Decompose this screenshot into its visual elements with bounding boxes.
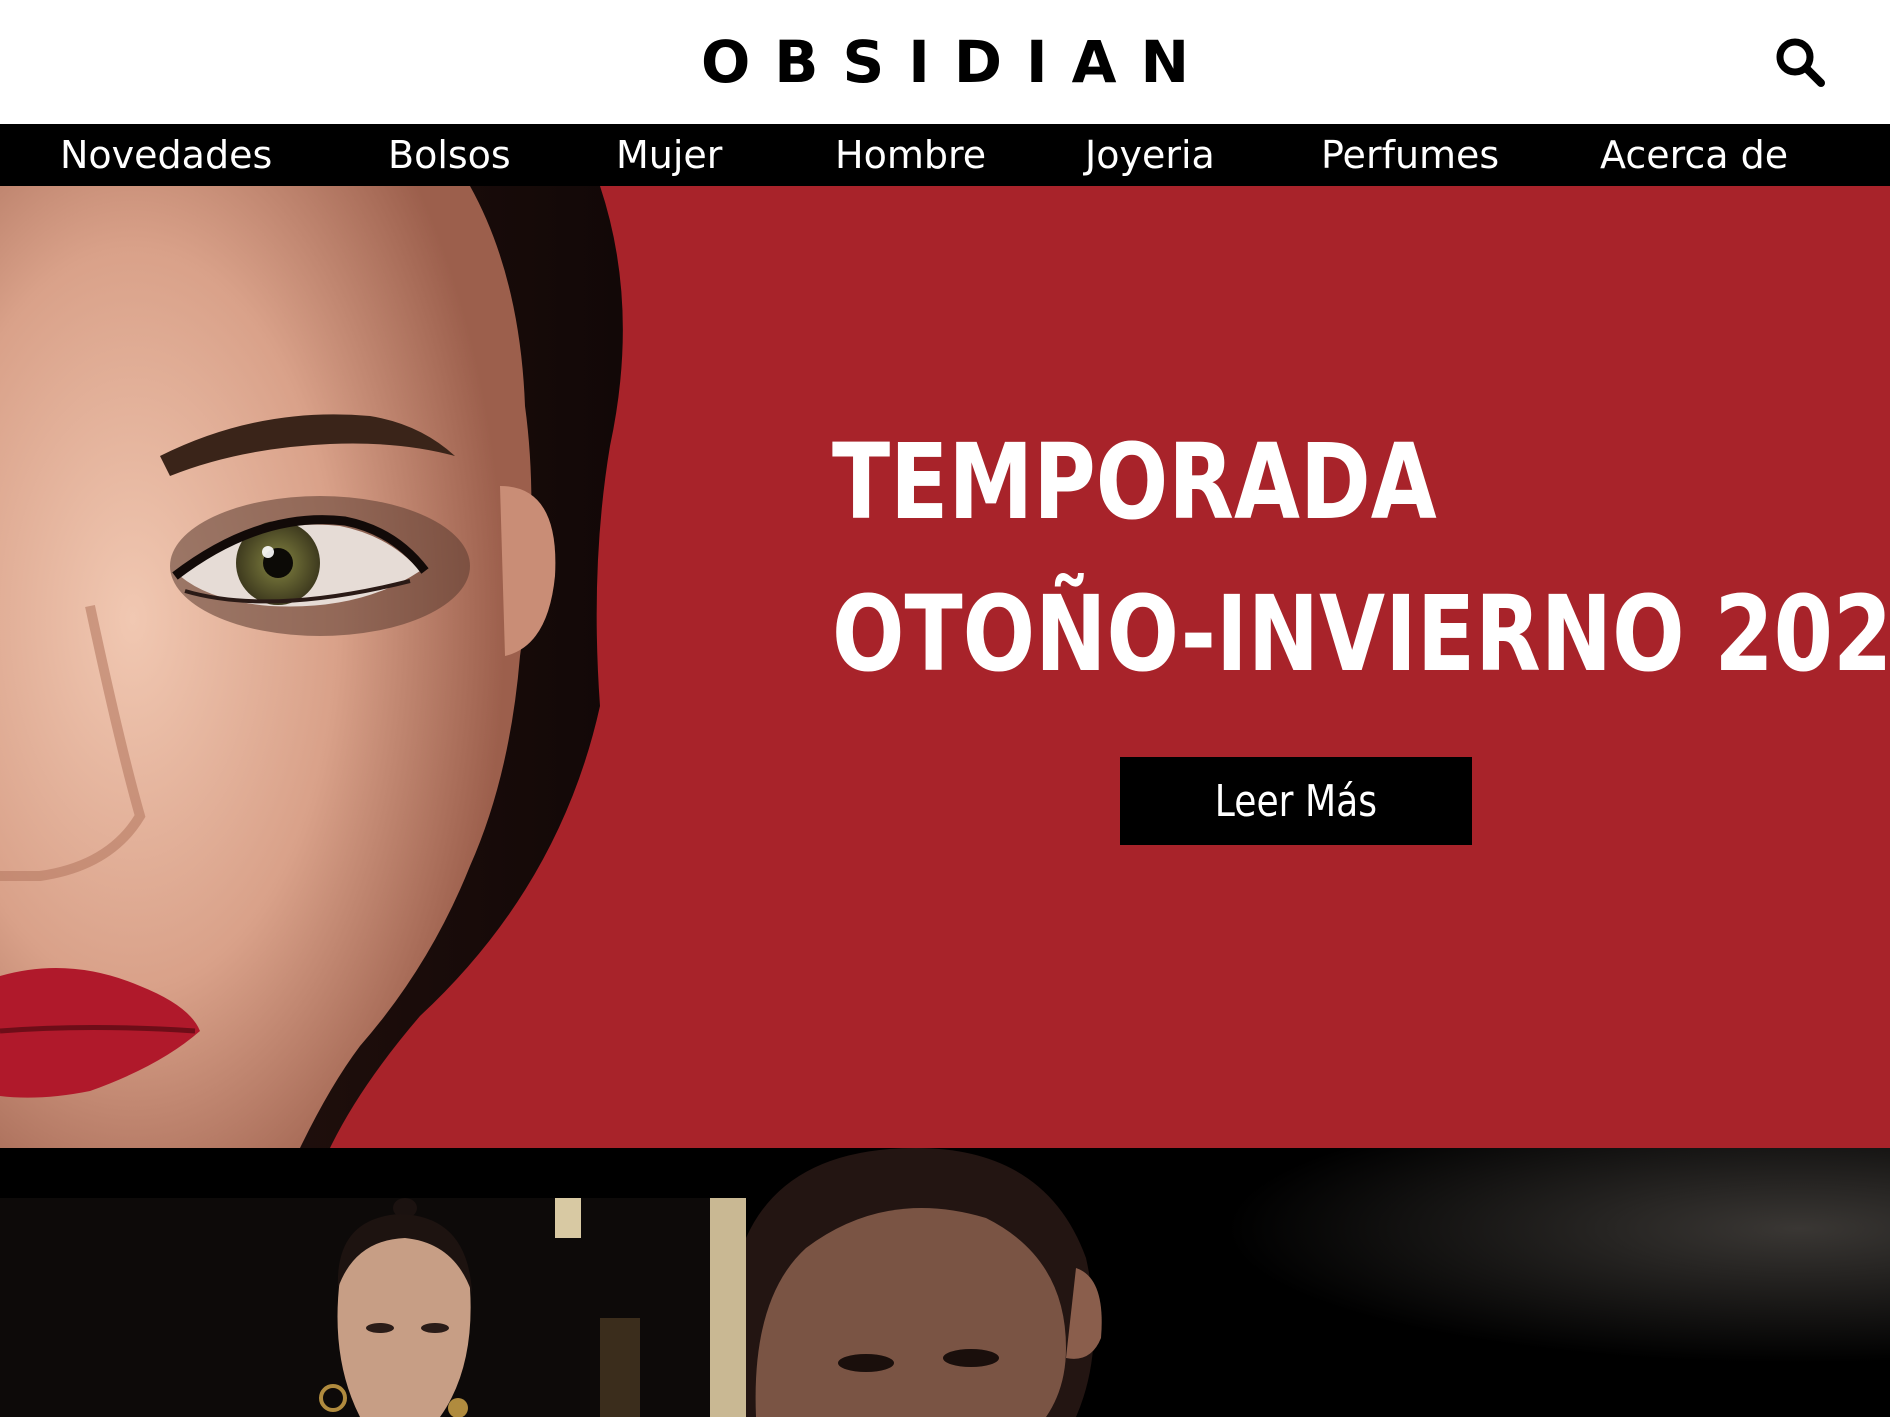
nav-item-acerca-de[interactable]: Acerca de — [1600, 124, 1788, 186]
nav-item-perfumes[interactable]: Perfumes — [1321, 124, 1499, 186]
main-nav: Novedades Bolsos Mujer Hombre Joyeria Pe… — [0, 124, 1890, 186]
hero-banner: TEMPORADA OTOÑO-INVIERNO 2023 Leer Más — [0, 186, 1890, 1148]
runway-model-image — [0, 1198, 746, 1417]
hero-model-image — [0, 186, 623, 1148]
read-more-label: Leer Más — [1214, 775, 1378, 827]
site-header: OBSIDIAN — [0, 0, 1890, 124]
secondary-banner — [0, 1148, 1890, 1417]
nav-item-hombre[interactable]: Hombre — [835, 124, 986, 186]
nav-item-joyeria[interactable]: Joyeria — [1085, 124, 1215, 186]
nav-item-mujer[interactable]: Mujer — [616, 124, 722, 186]
hero-title-line-1: TEMPORADA — [832, 421, 1437, 543]
search-icon[interactable] — [1772, 34, 1830, 92]
hero-title-line-2: OTOÑO-INVIERNO 2023 — [832, 573, 1890, 695]
nav-item-novedades[interactable]: Novedades — [60, 124, 272, 186]
nav-item-bolsos[interactable]: Bolsos — [388, 124, 511, 186]
read-more-button[interactable]: Leer Más — [1120, 757, 1472, 845]
model-closeup-image — [746, 1148, 1890, 1417]
hero-title: TEMPORADA OTOÑO-INVIERNO 2023 — [832, 406, 1890, 710]
brand-logo[interactable]: OBSIDIAN — [0, 28, 1890, 96]
